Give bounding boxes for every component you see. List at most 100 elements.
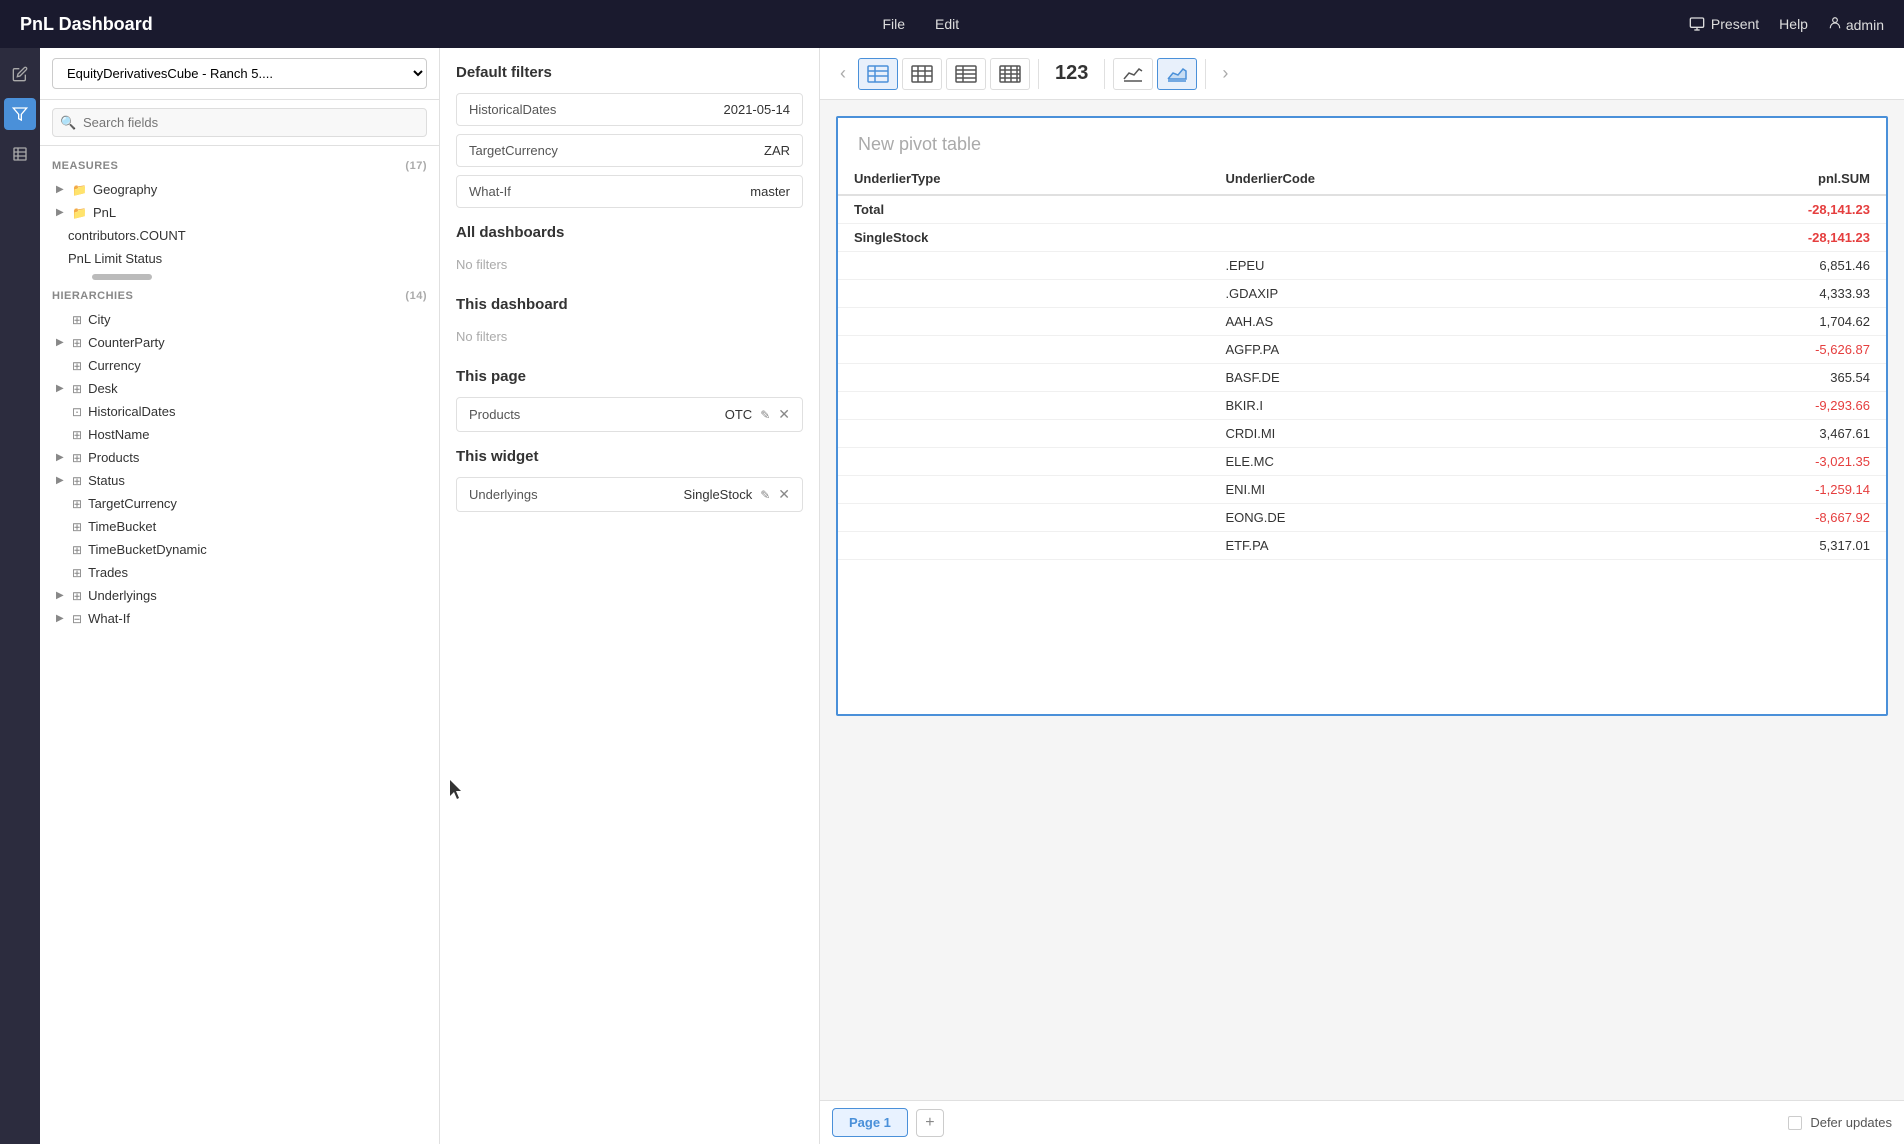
chevron-icon: ▶ [56,383,66,394]
sidebar-filter-icon[interactable] [4,98,36,130]
row-value: -9,293.66 [1591,392,1886,420]
row-type [838,448,1209,476]
tree-item-underlyings[interactable]: ▶ ⊞ Underlyings [40,584,439,607]
item-label: contributors.COUNT [68,228,186,243]
toolbar-table-icon1[interactable] [858,58,898,90]
present-button[interactable]: Present [1689,16,1759,32]
table-row: ELE.MC -3,021.35 [838,448,1886,476]
toolbar-table-icon2[interactable] [902,58,942,90]
sidebar-chart-icon[interactable] [4,138,36,170]
pivot-area: New pivot table UnderlierType UnderlierC… [820,100,1904,1100]
search-input[interactable] [52,108,427,137]
cube-selector[interactable]: EquityDerivativesCube - Ranch 5.... [40,48,439,100]
tree-item-targetcurrency[interactable]: ▶ ⊞ TargetCurrency [40,492,439,515]
bottom-bar: Page 1 + Defer updates [820,1100,1904,1144]
tree-item-historicaldates[interactable]: ▶ ⊡ HistoricalDates [40,400,439,423]
toolbar-number-display: 123 [1047,62,1096,85]
toolbar-next-button[interactable]: › [1214,59,1236,88]
tree-item-pnl[interactable]: ▶ 📁 PnL [40,201,439,224]
tree-item-pnl-limit[interactable]: PnL Limit Status [40,247,439,270]
toolbar-table-icon3[interactable] [946,58,986,90]
row-type [838,476,1209,504]
left-panel: EquityDerivativesCube - Ranch 5.... 🔍 ME… [40,48,440,1144]
filter-remove-button[interactable]: ✕ [778,486,790,503]
chevron-icon: ▶ [56,590,66,601]
filter-edit-button[interactable]: ✎ [760,488,770,502]
row-value: 1,704.62 [1591,308,1886,336]
page-filter-products: Products OTC ✎ ✕ [456,397,803,432]
tree-item-contributors[interactable]: contributors.COUNT [40,224,439,247]
row-value: -3,021.35 [1591,448,1886,476]
hierarchy-icon: ⊞ [72,497,82,511]
toolbar-separator2 [1104,59,1105,89]
folder-icon: 📁 [72,183,87,197]
toolbar-prev-button[interactable]: ‹ [832,59,854,88]
toolbar: ‹ [820,48,1904,100]
filter-label: Products [469,407,520,422]
filter-value: ZAR [764,143,790,158]
filter-edit-button[interactable]: ✎ [760,408,770,422]
defer-updates-label: Defer updates [1810,1115,1892,1130]
row-code: CRDI.MI [1209,420,1590,448]
table-row: .EPEU 6,851.46 [838,252,1886,280]
toolbar-area-chart-icon[interactable] [1157,58,1197,90]
item-label: TargetCurrency [88,496,177,511]
user-menu[interactable]: admin [1828,16,1884,33]
tree-item-products[interactable]: ▶ ⊞ Products [40,446,439,469]
table-row: AGFP.PA -5,626.87 [838,336,1886,364]
page1-tab[interactable]: Page 1 [832,1108,908,1137]
topbar: PnL Dashboard File Edit Present Help adm… [0,0,1904,48]
defer-updates-checkbox[interactable] [1788,1116,1802,1130]
row-value: -5,626.87 [1591,336,1886,364]
toolbar-table-icon4[interactable] [990,58,1030,90]
row-code: AGFP.PA [1209,336,1590,364]
tree-item-currency[interactable]: ▶ ⊞ Currency [40,354,439,377]
filter-value: 2021-05-14 [724,102,791,117]
chevron-icon: ▶ [56,452,66,463]
tree-item-timebucketdynamic[interactable]: ▶ ⊞ TimeBucketDynamic [40,538,439,561]
row-code: EONG.DE [1209,504,1590,532]
hierarchies-header: HIERARCHIES (14) [40,284,439,308]
total-value: -28,141.23 [1591,195,1886,224]
all-dashboards-section: All dashboards No filters [456,224,803,280]
add-page-button[interactable]: + [916,1109,944,1137]
main-layout: EquityDerivativesCube - Ranch 5.... 🔍 ME… [0,48,1904,1144]
tree-item-trades[interactable]: ▶ ⊞ Trades [40,561,439,584]
table-row: EONG.DE -8,667.92 [838,504,1886,532]
tree-item-status[interactable]: ▶ ⊞ Status [40,469,439,492]
toolbar-line-chart-icon[interactable] [1113,58,1153,90]
tree-item-hostname[interactable]: ▶ ⊞ HostName [40,423,439,446]
this-widget-section: This widget Underlyings SingleStock ✎ ✕ [456,448,803,512]
hierarchy-icon: ⊞ [72,543,82,557]
row-type [838,504,1209,532]
help-button[interactable]: Help [1779,16,1808,32]
filter-remove-button[interactable]: ✕ [778,406,790,423]
toolbar-separator1 [1038,59,1039,89]
menu-file[interactable]: File [882,16,905,32]
filter-label: Underlyings [469,487,538,502]
hierarchy-icon: ⊞ [72,474,82,488]
tree-item-timebucket[interactable]: ▶ ⊞ TimeBucket [40,515,439,538]
tree-item-city[interactable]: ▶ ⊞ City [40,308,439,331]
tree-item-geography[interactable]: ▶ 📁 Geography [40,178,439,201]
hierarchies-count: (14) [405,290,427,302]
menu-edit[interactable]: Edit [935,16,959,32]
col-underliertype: UnderlierType [838,163,1209,195]
tree-item-counterparty[interactable]: ▶ ⊞ CounterParty [40,331,439,354]
folder-icon: 📁 [72,206,87,220]
cube-dropdown[interactable]: EquityDerivativesCube - Ranch 5.... [52,58,427,89]
table-row: ENI.MI -1,259.14 [838,476,1886,504]
hierarchy-special-icon: ⊟ [72,612,82,626]
this-widget-title: This widget [456,448,803,465]
tree-item-whatif[interactable]: ▶ ⊟ What-If [40,607,439,630]
group-value: -28,141.23 [1591,224,1886,252]
tree-item-desk[interactable]: ▶ ⊞ Desk [40,377,439,400]
filter-tag-value: OTC [725,407,752,422]
measures-label: MEASURES [52,160,118,172]
col-underliercode: UnderlierCode [1209,163,1590,195]
search-box: 🔍 [40,100,439,146]
row-type [838,392,1209,420]
sidebar-edit-icon[interactable] [4,58,36,90]
item-label: Status [88,473,125,488]
table-row-total: Total -28,141.23 [838,195,1886,224]
